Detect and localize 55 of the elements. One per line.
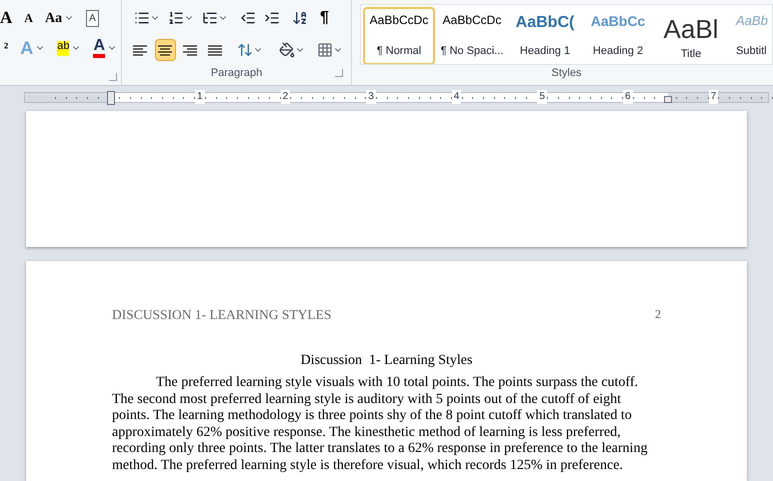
document-title: Discussion 1- Learning Styles	[300, 352, 474, 370]
style-preview: AaBb	[736, 13, 768, 30]
style-name: Subtitl	[736, 44, 767, 58]
align-center-icon	[158, 44, 172, 56]
clear-button[interactable]: A	[82, 6, 103, 30]
body-paragraph: The preferred learning style visuals with 10 total points. The points surpass the cutoff. The second most preferred learning style is auditory with 5 points out of the cutoff of eight points. The learning methodology is three points shy of the 8 point cutoff which translated to approximately 62% positive response. The kinesthetic method of learning is less preferred, recording only three points. The latter translates to a 62% response in preference to the learning method. The preferred learning style is therefore visual, which records 125% in preference.	[112, 375, 648, 474]
style-name: Heading 1	[520, 44, 570, 58]
ruler-number: 2	[280, 90, 290, 104]
style-preview: AaBbCc	[590, 13, 646, 30]
ruler-number: 5	[537, 90, 547, 104]
ruler-number: 4	[452, 90, 462, 104]
color-button[interactable]: A	[89, 36, 122, 60]
align-right-icon	[182, 44, 197, 56]
shrink-button[interactable]: A	[20, 6, 37, 30]
style-tile[interactable]: AaBl Title	[655, 7, 727, 64]
style-name: ¶ No Spaci...	[440, 44, 504, 58]
align-justify-icon	[208, 44, 222, 56]
numbering-icon[interactable]	[168, 10, 184, 26]
style-tile[interactable]: AaBb Subtitl	[728, 7, 772, 64]
style-preview: AaBbC(	[516, 13, 574, 33]
style-preview: AaBbCcDc	[370, 13, 428, 28]
multilevel-list-icon[interactable]	[202, 10, 218, 26]
ruler-number: 3	[366, 90, 376, 104]
decrease-indent-icon[interactable]	[240, 10, 256, 26]
right-indent-marker-icon[interactable]	[664, 96, 672, 102]
style-preview: AaBl	[664, 13, 718, 46]
line-spacing-icon[interactable]	[237, 42, 253, 58]
ruler-number: 6	[623, 90, 633, 104]
style-name: ¶ Normal	[376, 44, 422, 58]
borders-icon[interactable]	[317, 42, 333, 58]
align-left-icon	[133, 44, 148, 56]
highlight-button[interactable]: ab	[53, 36, 86, 60]
align-button[interactable]	[154, 39, 176, 61]
indent-marker-icon[interactable]	[107, 90, 115, 104]
shading-icon[interactable]	[279, 42, 295, 58]
style-tile[interactable]: AaBbC( Heading 1	[509, 7, 581, 64]
style-preview: AaBbCcDc	[442, 13, 502, 28]
group-label: Paragraph	[210, 66, 262, 80]
style-tile[interactable]: AaBbCcDc ¶ Normal	[363, 7, 435, 64]
super-button[interactable]: ²	[0, 36, 12, 60]
increase-indent-icon[interactable]	[264, 10, 280, 26]
group-label: Styles	[552, 66, 582, 80]
ruler-number: 1	[195, 90, 205, 104]
ruler-number: 7	[708, 90, 718, 104]
page-number: 2	[655, 306, 661, 323]
style-name: Title	[680, 46, 702, 62]
style-name: Heading 2	[592, 44, 644, 58]
case-button[interactable]: Aa	[40, 6, 78, 30]
sort-icon[interactable]	[292, 10, 308, 26]
style-tile[interactable]: AaBbCcDc ¶ No Spaci...	[436, 7, 508, 64]
running-header: DISCUSSION 1- LEARNING STYLES	[112, 306, 332, 324]
grow-button[interactable]: A	[0, 6, 16, 30]
style-tile[interactable]: AaBbCc Heading 2	[582, 7, 654, 64]
bullets-icon[interactable]	[134, 10, 150, 26]
show-formatting-button[interactable]: ¶	[320, 6, 329, 30]
